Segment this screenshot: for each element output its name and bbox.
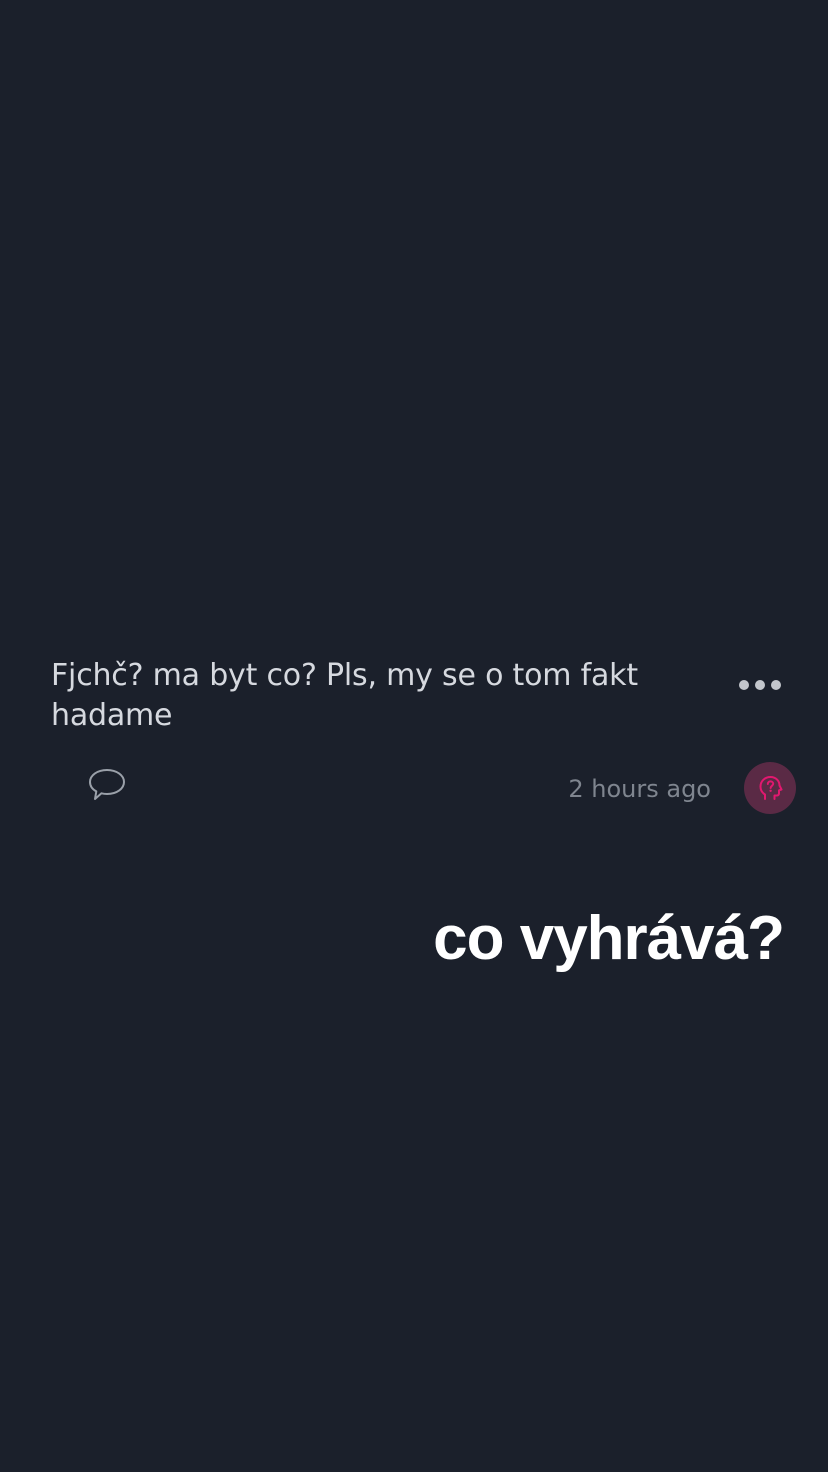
- comment-button[interactable]: [86, 766, 128, 804]
- post-text: Fjchč? ma byt co? Pls, my se o tom fakt …: [51, 658, 638, 733]
- post-card: Fjchč? ma byt co? Pls, my se o tom fakt …: [0, 640, 828, 830]
- more-options-button[interactable]: [732, 670, 788, 700]
- comment-bubble-icon: [89, 769, 125, 800]
- post-timestamp: 2 hours ago: [568, 775, 711, 803]
- more-dot: [771, 680, 781, 690]
- more-dot: [739, 680, 749, 690]
- more-dot: [755, 680, 765, 690]
- story-caption: co vyhrává?: [433, 904, 785, 973]
- author-avatar[interactable]: [744, 762, 796, 814]
- question-head-icon: [759, 776, 783, 800]
